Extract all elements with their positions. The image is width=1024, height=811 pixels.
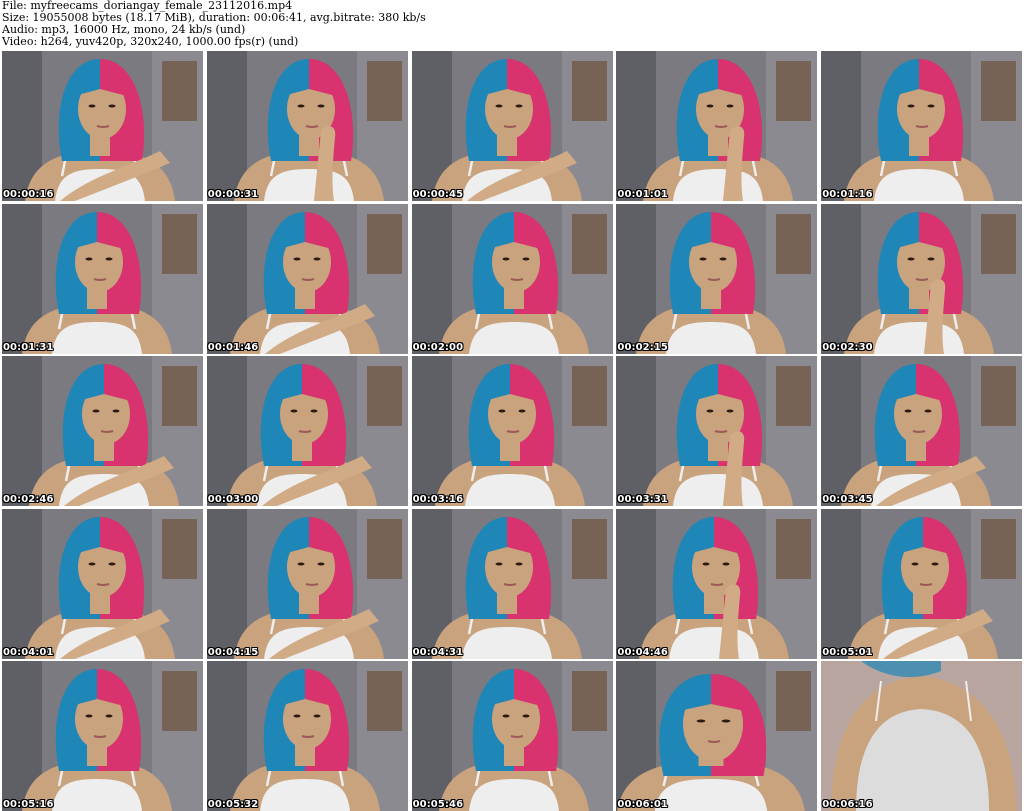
thumbnail-timestamp: 00:05:32 [207,799,259,810]
thumbnail-frame-image [821,508,1023,659]
thumbnail-frame-image [616,203,818,354]
thumbnail-grid: 00:00:16 00:00:31 00:00:45 00:01:01 00:01:16… [2,51,1023,811]
video-thumbnail: 00:06:01 [616,661,818,811]
thumbnail-frame-image [616,356,818,506]
video-thumbnail: 00:05:32 [206,661,408,811]
thumbnail-timestamp: 00:01:01 [617,189,668,200]
thumbnail-timestamp: 00:04:15 [207,646,259,658]
video-thumbnail: 00:03:16 [411,356,613,506]
thumbnail-timestamp: 00:04:46 [617,646,668,658]
video-thumbnail: 00:05:46 [411,661,613,811]
thumbnail-timestamp: 00:02:15 [617,341,668,353]
thumbnail-timestamp: 00:02:30 [822,341,873,353]
video-thumbnail: 00:03:31 [616,356,818,506]
video-thumbnail: 00:02:30 [821,203,1023,354]
thumbnail-timestamp: 00:03:00 [207,494,259,505]
video-thumbnail: 00:01:46 [206,203,408,354]
file-info-header: File: myfreecams_doriangay_female_231120… [2,0,1020,48]
thumbnail-frame-image [2,508,203,659]
thumbnail-frame-image [411,51,613,201]
video-thumbnail: 00:04:01 [2,508,203,659]
video-thumbnail: 00:04:31 [411,508,613,659]
thumbnail-frame-image [821,661,1023,811]
thumbnail-timestamp: 00:02:46 [3,494,54,505]
thumbnail-frame-image [821,51,1023,201]
thumbnail-timestamp: 00:00:16 [3,189,54,200]
video-thumbnail: 00:03:45 [821,356,1023,506]
thumbnail-frame-image [616,661,818,811]
video-thumbnail: 00:04:15 [206,508,408,659]
thumbnail-timestamp: 00:00:45 [412,189,464,200]
video-thumbnail: 00:00:31 [206,51,408,201]
thumbnail-timestamp: 00:01:46 [207,341,259,353]
video-thumbnail: 00:05:01 [821,508,1023,659]
thumbnail-frame-image [821,203,1023,354]
thumbnail-frame-image [2,661,203,811]
thumbnail-timestamp: 00:00:31 [207,189,259,200]
thumbnail-frame-image [206,51,408,201]
thumbnail-timestamp: 00:04:01 [3,646,54,658]
thumbnail-timestamp: 00:01:16 [822,189,873,200]
video-thumbnail: 00:02:15 [616,203,818,354]
thumbnail-frame-image [206,508,408,659]
thumbnail-timestamp: 00:05:01 [822,646,873,658]
thumbnail-timestamp: 00:03:16 [412,494,464,505]
thumbnail-timestamp: 00:03:31 [617,494,668,505]
thumbnail-timestamp: 00:06:16 [822,799,873,810]
video-thumbnail: 00:03:00 [206,356,408,506]
thumbnail-frame-image [411,661,613,811]
thumbnail-timestamp: 00:03:45 [822,494,873,505]
video-thumbnail: 00:01:16 [821,51,1023,201]
video-thumbnail: 00:02:00 [411,203,613,354]
thumbnail-frame-image [616,51,818,201]
video-thumbnail: 00:01:01 [616,51,818,201]
video-thumbnail: 00:06:16 [821,661,1023,811]
thumbnail-frame-image [616,508,818,659]
thumbnail-frame-image [2,356,203,506]
thumbnail-frame-image [2,203,203,354]
thumbnail-timestamp: 00:01:31 [3,341,54,353]
thumbnail-timestamp: 00:05:16 [3,799,54,810]
thumbnail-timestamp: 00:05:46 [412,799,464,810]
video-thumbnail: 00:05:16 [2,661,203,811]
thumbnail-frame-image [206,203,408,354]
thumbnail-frame-image [206,356,408,506]
thumbnail-timestamp: 00:06:01 [617,799,668,810]
video-info-line: Video: h264, yuv420p, 320x240, 1000.00 f… [2,35,299,48]
thumbnail-timestamp: 00:02:00 [412,341,464,353]
video-thumbnail: 00:00:16 [2,51,203,201]
video-thumbnail: 00:01:31 [2,203,203,354]
video-thumbnail: 00:00:45 [411,51,613,201]
video-thumbnail: 00:04:46 [616,508,818,659]
thumbnail-frame-image [411,508,613,659]
thumbnail-frame-image [206,661,408,811]
thumbnail-timestamp: 00:04:31 [412,646,464,658]
thumbnail-frame-image [411,203,613,354]
thumbnail-frame-image [2,51,203,201]
thumbnail-frame-image [821,356,1023,506]
video-thumbnail: 00:02:46 [2,356,203,506]
thumbnail-frame-image [411,356,613,506]
